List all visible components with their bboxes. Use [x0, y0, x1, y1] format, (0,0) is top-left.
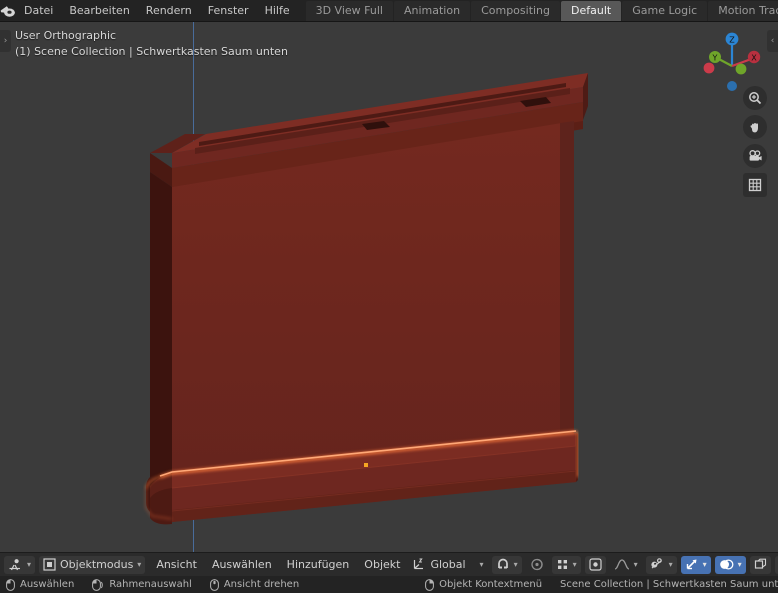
overlays-icon — [719, 558, 734, 571]
falloff-type-button[interactable]: ▾ — [610, 556, 642, 574]
menu-ansicht[interactable]: Ansicht — [149, 556, 204, 574]
statusbar-scene-info: Scene Collection | Schwertkasten Saum un… — [560, 579, 778, 590]
chevron-down-icon: ▾ — [137, 560, 141, 569]
chevron-down-icon: ▾ — [634, 560, 638, 569]
falloff-curve-icon — [614, 558, 630, 571]
status-hint-rotate-view: Ansicht drehen — [210, 579, 299, 591]
status-hint-label: Objekt Kontextmenü — [439, 579, 542, 590]
zoom-view-button[interactable] — [743, 86, 767, 110]
chevron-down-icon: ▾ — [573, 560, 577, 569]
chevron-down-icon: ▾ — [27, 560, 31, 569]
tab-compositing[interactable]: Compositing — [471, 1, 560, 21]
status-hint-label: Auswählen — [20, 579, 74, 590]
menu-hilfe[interactable]: Hilfe — [257, 0, 298, 22]
blender-window: Datei Bearbeiten Rendern Fenster Hilfe 3… — [0, 0, 778, 593]
tab-animation[interactable]: Animation — [394, 1, 470, 21]
tab-game-logic[interactable]: Game Logic — [622, 1, 707, 21]
zoom-icon — [748, 91, 762, 105]
object-origin-point — [364, 463, 368, 467]
menu-hinzufuegen[interactable]: Hinzufügen — [280, 556, 357, 574]
shading-mode-group: ▾ — [775, 556, 778, 574]
mouse-left-drag-icon — [92, 579, 104, 591]
chevron-down-icon: ▾ — [480, 560, 484, 569]
status-hint-select: Auswählen — [6, 579, 74, 591]
mouse-middle-icon — [210, 579, 219, 591]
chevron-down-icon: ▾ — [514, 560, 518, 569]
viewport-nav-buttons — [743, 86, 767, 197]
status-hint-label: Ansicht drehen — [224, 579, 299, 590]
menu-auswaehlen[interactable]: Auswählen — [205, 556, 279, 574]
status-hint-context-menu: Objekt Kontextmenü — [425, 579, 542, 591]
status-hint-box-select: Rahmenauswahl — [92, 579, 192, 591]
status-bar: Auswählen Rahmenauswahl Ansicht drehen — [0, 576, 778, 593]
3d-viewport[interactable]: User Orthographic (1) Scene Collection |… — [0, 22, 778, 552]
shading-wireframe-button[interactable] — [775, 556, 778, 574]
3d-object-schwertkasten — [0, 22, 778, 552]
tab-default[interactable]: Default — [561, 1, 621, 21]
view-orientation-label: User Orthographic — [15, 28, 288, 44]
orientation-axes-icon — [412, 558, 426, 571]
workspace-tabs: 3D View Full Animation Compositing Defau… — [306, 0, 778, 22]
status-hint-label: Rahmenauswahl — [109, 579, 192, 590]
mode-label: Objektmodus — [60, 558, 133, 571]
chevron-down-icon: ▾ — [738, 560, 742, 569]
proportional-edit-icon — [530, 558, 544, 571]
pivot-point-icon — [556, 558, 569, 571]
menu-fenster[interactable]: Fenster — [200, 0, 257, 22]
chevron-down-icon: ▾ — [703, 560, 707, 569]
chevron-down-icon: ▾ — [669, 560, 673, 569]
camera-view-button[interactable] — [743, 144, 767, 168]
overlay-toggle-button[interactable] — [585, 556, 606, 574]
transform-orientation-label: Global — [430, 558, 465, 571]
tab-3d-view-full[interactable]: 3D View Full — [306, 1, 393, 21]
visibility-eye-icon — [650, 558, 665, 571]
pan-view-button[interactable] — [743, 115, 767, 139]
show-overlays-button[interactable]: ▾ — [715, 556, 746, 574]
object-visibility-button[interactable]: ▾ — [646, 556, 677, 574]
open-sidebar-arrow[interactable]: ‹ — [767, 30, 778, 52]
snap-toggle-button[interactable]: ▾ — [492, 556, 522, 574]
gizmo-z-label: Z — [729, 36, 735, 45]
editor-type-3dview-icon — [8, 558, 23, 571]
pivot-point-selector[interactable]: ▾ — [552, 556, 581, 574]
toggle-xray-button[interactable] — [750, 556, 771, 574]
menu-objekt[interactable]: Objekt — [357, 556, 407, 574]
gizmo-x-label: X — [751, 53, 757, 62]
hand-icon — [748, 120, 762, 134]
gizmo-y-label: Y — [712, 53, 718, 62]
show-gizmo-button[interactable]: ▾ — [681, 556, 711, 574]
top-menu-bar: Datei Bearbeiten Rendern Fenster Hilfe 3… — [0, 0, 778, 22]
interaction-mode-selector[interactable]: Objektmodus ▾ — [39, 556, 145, 574]
gizmo-arrow-icon — [685, 558, 699, 571]
menu-datei[interactable]: Datei — [16, 0, 61, 22]
menu-rendern[interactable]: Rendern — [138, 0, 200, 22]
editor-type-button[interactable]: ▾ — [4, 556, 35, 574]
z-axis-line — [193, 22, 194, 552]
object-mode-icon — [43, 558, 56, 571]
overlay-dot-icon — [589, 558, 602, 571]
magnet-icon — [496, 558, 510, 571]
camera-icon — [748, 149, 763, 163]
tab-motion-tracking[interactable]: Motion Tracking — [708, 1, 778, 21]
blender-logo-icon[interactable] — [0, 0, 16, 22]
menu-bearbeiten[interactable]: Bearbeiten — [61, 0, 137, 22]
viewport-tool-header: ▾ Objektmodus ▾ Ansicht Auswählen Hinzuf… — [0, 552, 778, 576]
xray-icon — [754, 558, 767, 571]
open-toolbar-arrow[interactable]: › — [0, 30, 11, 52]
transform-orientation-selector[interactable]: Global ▾ — [408, 556, 487, 574]
proportional-editing-button[interactable] — [526, 556, 548, 574]
toggle-ortho-button[interactable] — [743, 173, 767, 197]
mouse-left-icon — [6, 579, 15, 591]
mouse-right-icon — [425, 579, 434, 591]
active-collection-label: (1) Scene Collection | Schwertkasten Sau… — [15, 44, 288, 60]
grid-icon — [748, 178, 762, 192]
viewport-info-overlay: User Orthographic (1) Scene Collection |… — [15, 28, 288, 60]
